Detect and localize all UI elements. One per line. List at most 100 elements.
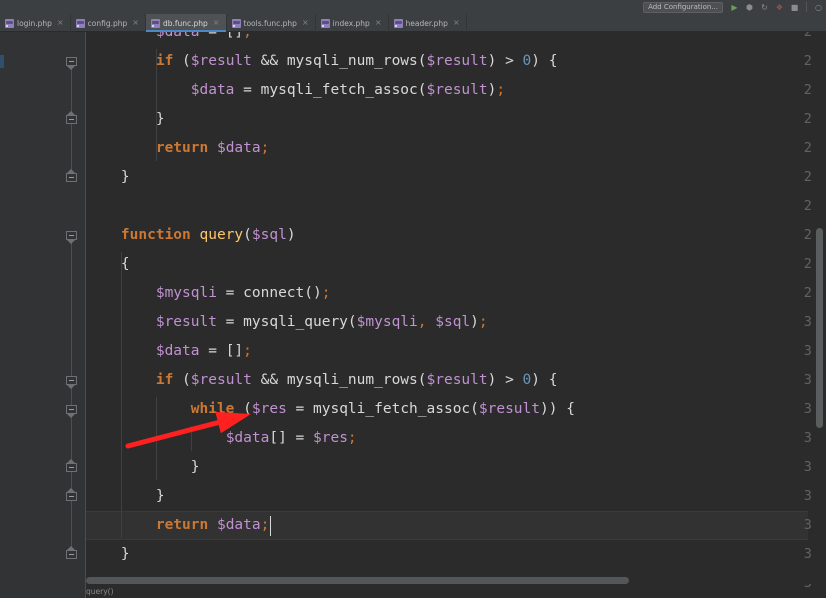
horizontal-scrollbar-track[interactable]: [86, 577, 812, 584]
fold-toggle-up[interactable]: [66, 488, 77, 503]
code-token-var: $mysqli: [356, 314, 418, 330]
code-token-plain: =: [216, 285, 244, 301]
editor-tab-bar: login.php × config.php × db.func.php × tools.f…: [0, 14, 826, 32]
coverage-icon[interactable]: ❖: [774, 2, 785, 13]
fold-toggle-minus-icon: [69, 177, 74, 178]
editor-tab-header-php[interactable]: header.php ×: [389, 14, 467, 32]
stop-icon[interactable]: ■: [789, 2, 800, 13]
fold-toggle-down[interactable]: [66, 376, 77, 389]
fold-toggle-down[interactable]: [66, 57, 77, 70]
vertical-scrollbar-thumb[interactable]: [816, 228, 823, 428]
run-configuration-selector[interactable]: Add Configuration...: [643, 1, 723, 13]
fold-toggle-up[interactable]: [66, 546, 77, 561]
fold-toggle-minus-icon: [69, 496, 74, 497]
tab-close-icon[interactable]: ×: [451, 19, 460, 27]
tab-label: header.php: [405, 18, 448, 28]
code-token-var: $result: [426, 372, 488, 388]
code-line[interactable]: function query($sql): [86, 221, 296, 250]
code-token-var: $result: [190, 372, 252, 388]
fold-toggle-up[interactable]: [66, 459, 77, 474]
code-line[interactable]: if ($result && mysqli_num_rows($result) …: [86, 366, 558, 395]
code-token-plain: (: [417, 372, 427, 388]
code-line[interactable]: return $data;: [86, 511, 270, 540]
code-token-kw: return: [155, 140, 209, 156]
code-line[interactable]: }: [86, 482, 165, 511]
fold-toggle-tip: [67, 111, 75, 115]
navigation-breadcrumb[interactable]: query(): [86, 585, 114, 598]
code-token-plain: mysqli_fetch_assoc: [313, 401, 471, 417]
tab-close-icon[interactable]: ×: [300, 19, 309, 27]
tab-close-icon[interactable]: ×: [373, 19, 382, 27]
code-token-plain: }: [155, 488, 165, 504]
code-text[interactable]: $data = []; if ($result && mysqli_num_ro…: [86, 32, 826, 598]
code-line[interactable]: {: [86, 250, 130, 279]
editor-tab-config-php[interactable]: config.php ×: [71, 14, 146, 32]
code-line[interactable]: $data = [];: [86, 337, 252, 366]
fold-toggle-tip: [67, 66, 75, 70]
code-token-kw: return: [155, 517, 209, 533]
code-token-plain: {: [120, 256, 130, 272]
code-line[interactable]: }: [86, 453, 200, 482]
fold-toggle-up[interactable]: [66, 169, 77, 184]
toolbar-separator: [806, 2, 807, 12]
tab-close-icon[interactable]: ×: [55, 19, 64, 27]
vcs-change-marker[interactable]: [0, 55, 4, 68]
fold-toggle-up[interactable]: [66, 111, 77, 126]
code-token-var: $result: [426, 82, 488, 98]
vertical-scrollbar-track[interactable]: [812, 32, 826, 598]
fold-toggle-tip: [67, 385, 75, 389]
code-editor[interactable]: 2021222324252627282930313233343536373839…: [0, 32, 826, 598]
code-line[interactable]: $mysqli = connect();: [86, 279, 331, 308]
code-token-plain: =: [286, 401, 314, 417]
code-token-var: $data: [190, 82, 235, 98]
code-token-plain: (: [173, 372, 191, 388]
fold-region-line: [71, 239, 72, 550]
fold-toggle-tip: [67, 169, 75, 173]
tab-close-icon[interactable]: ×: [130, 19, 139, 27]
text-caret: [270, 516, 272, 536]
code-line[interactable]: $result = mysqli_query($mysqli, $sql);: [86, 308, 488, 337]
code-token-punc: ;: [243, 343, 252, 359]
code-token-var: $result: [190, 53, 252, 69]
editor-tab-index-php[interactable]: index.php ×: [316, 14, 389, 32]
fold-toggle-down[interactable]: [66, 405, 77, 418]
code-token-plain: (): [304, 285, 322, 301]
code-token-var: $sql: [251, 227, 287, 243]
code-line[interactable]: if ($result && mysqli_num_rows($result) …: [86, 47, 558, 76]
search-icon[interactable]: ○: [813, 2, 824, 13]
run-configuration-label: Add Configuration...: [648, 2, 718, 11]
editor-tab-login-php[interactable]: login.php ×: [0, 14, 71, 32]
code-line[interactable]: return $data;: [86, 134, 270, 163]
fold-toggle-down[interactable]: [66, 231, 77, 244]
code-line[interactable]: $data[] = $res;: [86, 424, 357, 453]
code-line[interactable]: }: [86, 163, 130, 192]
editor-tab-db-func-php[interactable]: db.func.php ×: [145, 14, 227, 32]
code-token-plain: []: [225, 32, 244, 40]
code-token-plain: ) {: [531, 53, 558, 69]
code-line[interactable]: while ($res = mysqli_fetch_assoc($result…: [86, 395, 575, 424]
php-file-icon: [150, 18, 160, 28]
code-token-plain: mysqli_fetch_assoc: [260, 82, 418, 98]
line-number-gutter[interactable]: [0, 32, 56, 598]
code-line[interactable]: }: [86, 105, 165, 134]
code-token-kw: function: [120, 227, 191, 243]
code-line[interactable]: }: [86, 540, 130, 569]
horizontal-scrollbar-thumb[interactable]: [86, 577, 629, 584]
tab-close-icon[interactable]: ×: [211, 19, 220, 27]
debug-icon[interactable]: ⬢: [744, 2, 755, 13]
tab-label: login.php: [17, 18, 52, 28]
code-token-var: $sql: [435, 314, 471, 330]
rerun-icon[interactable]: ↻: [759, 2, 770, 13]
run-icon[interactable]: ▶: [729, 2, 740, 13]
code-token-var: $mysqli: [155, 285, 217, 301]
editor-tab-tools-func-php[interactable]: tools.func.php ×: [227, 14, 316, 32]
code-line[interactable]: $data = mysqli_fetch_assoc($result);: [86, 76, 505, 105]
code-line[interactable]: $data = [];: [86, 32, 252, 47]
